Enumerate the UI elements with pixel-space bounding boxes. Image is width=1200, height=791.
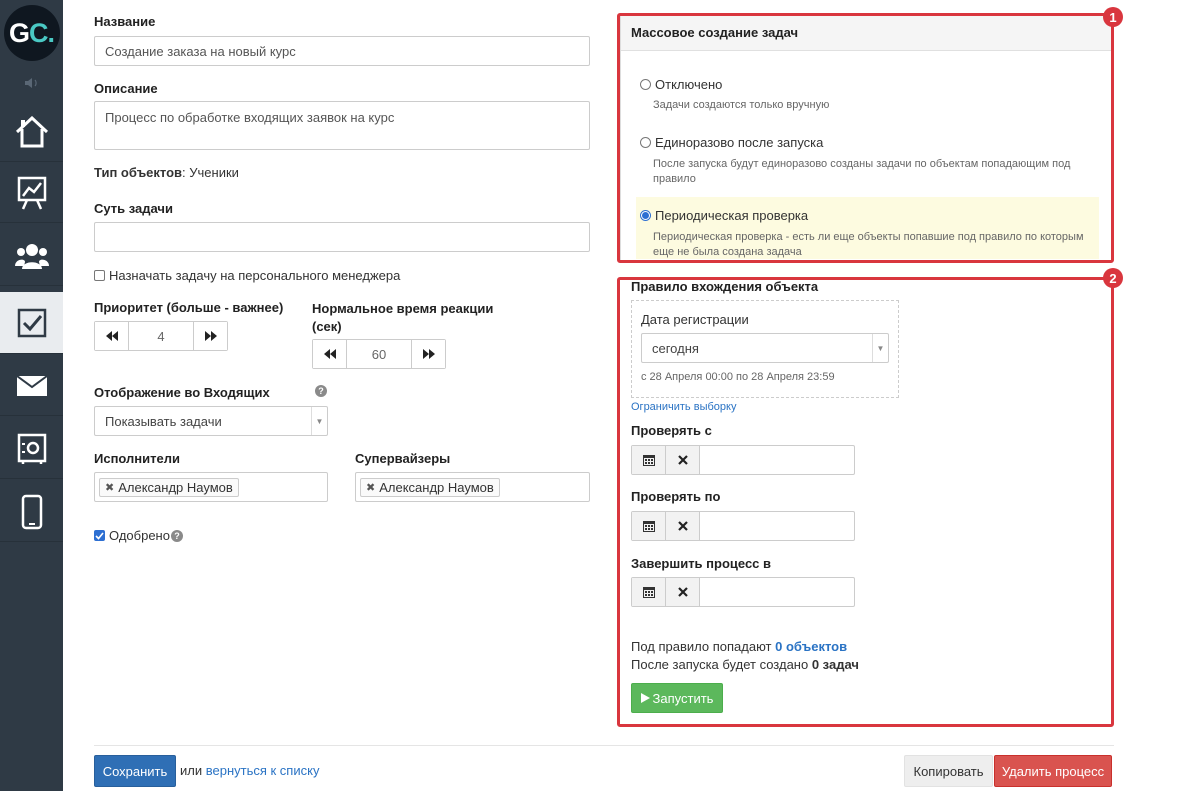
reaction-stepper[interactable]: 60 xyxy=(312,339,446,369)
task-essence-label: Суть задачи xyxy=(94,201,173,216)
approved-label: Одобрено xyxy=(109,528,170,543)
priority-decrease-button[interactable] xyxy=(95,322,129,350)
checkbox-box[interactable] xyxy=(94,270,105,281)
assign-manager-checkbox[interactable]: Назначать задачу на персонального менедж… xyxy=(94,268,400,283)
safe-icon xyxy=(17,433,46,464)
supervisors-input[interactable]: ✖ Александр Наумов xyxy=(355,472,590,502)
tasks-icon xyxy=(17,308,46,337)
speaker-icon[interactable] xyxy=(0,68,63,98)
annotation-badge-2: 2 xyxy=(1103,268,1123,288)
sidebar-item-safe[interactable] xyxy=(0,419,63,479)
reaction-value[interactable]: 60 xyxy=(347,340,411,368)
chevron-down-icon: ▼ xyxy=(311,407,327,435)
annotation-badge-1: 1 xyxy=(1103,7,1123,27)
reaction-increase-button[interactable] xyxy=(411,340,445,368)
logo[interactable]: GC. xyxy=(0,0,63,66)
mobile-icon xyxy=(21,494,42,529)
priority-stepper[interactable]: 4 xyxy=(94,321,228,351)
back-to-list-link[interactable]: вернуться к списку xyxy=(206,763,320,778)
or-text: или xyxy=(180,763,203,778)
description-value: Процесс по обработке входящих заявок на … xyxy=(105,110,395,125)
save-button[interactable]: Сохранить xyxy=(94,755,176,787)
reaction-decrease-button[interactable] xyxy=(313,340,347,368)
name-value: Создание заказа на новый курс xyxy=(105,43,296,59)
supervisors-label: Супервайзеры xyxy=(355,451,451,466)
logo-mark: GC. xyxy=(3,5,60,61)
supervisor-tag-label: Александр Наумов xyxy=(379,479,494,495)
description-label: Описание xyxy=(94,81,158,96)
logo-letter-g: G xyxy=(8,17,30,48)
inbox-value: Показывать задачи xyxy=(105,413,222,429)
sidebar-item-users[interactable] xyxy=(0,226,63,286)
users-icon xyxy=(14,243,49,269)
home-icon xyxy=(15,115,48,147)
approved-help-icon[interactable]: ? xyxy=(170,529,183,542)
inbox-label: Отображение во Входящих xyxy=(94,385,270,400)
sidebar-item-mail[interactable] xyxy=(0,356,63,416)
executor-tag[interactable]: ✖ Александр Наумов xyxy=(99,477,239,497)
assign-manager-label: Назначать задачу на персонального менедж… xyxy=(109,268,401,283)
approved-checkbox[interactable]: Одобрено ? xyxy=(94,528,183,543)
checkbox-box[interactable] xyxy=(94,530,105,541)
object-type: Тип объектов: Ученики xyxy=(94,165,239,180)
sidebar-item-mobile[interactable] xyxy=(0,482,63,542)
sidebar: GC. xyxy=(0,0,63,791)
priority-increase-button[interactable] xyxy=(193,322,227,350)
logo-letter-c: C xyxy=(29,17,48,48)
sidebar-item-analytics[interactable] xyxy=(0,163,63,223)
sidebar-item-home[interactable] xyxy=(0,102,63,162)
copy-button[interactable]: Копировать xyxy=(904,755,993,787)
backward-icon xyxy=(323,349,336,359)
description-textarea[interactable]: Процесс по обработке входящих заявок на … xyxy=(94,101,590,150)
reaction-label: Нормальное время реакции (сек) xyxy=(312,301,494,334)
logo-dot: . xyxy=(47,17,55,48)
mail-icon xyxy=(15,374,48,396)
remove-icon[interactable]: ✖ xyxy=(366,481,375,494)
highlight-frame-1 xyxy=(617,13,1114,263)
object-type-label: Тип объектов xyxy=(94,165,183,180)
priority-value[interactable]: 4 xyxy=(129,322,193,350)
name-label: Название xyxy=(94,14,156,29)
forward-icon xyxy=(422,349,435,359)
executors-label: Исполнители xyxy=(94,451,180,466)
object-type-value: : Ученики xyxy=(182,165,239,180)
executor-tag-label: Александр Наумов xyxy=(118,479,233,495)
sidebar-item-tasks[interactable] xyxy=(0,292,63,354)
remove-icon[interactable]: ✖ xyxy=(105,481,114,494)
inbox-help-icon[interactable]: ? xyxy=(315,385,327,397)
supervisor-tag[interactable]: ✖ Александр Наумов xyxy=(360,477,500,497)
chart-icon xyxy=(17,176,46,210)
delete-process-button[interactable]: Удалить процесс xyxy=(994,755,1112,787)
executors-input[interactable]: ✖ Александр Наумов xyxy=(94,472,328,502)
highlight-frame-2 xyxy=(617,277,1114,727)
footer-links: или вернуться к списку xyxy=(180,763,319,778)
priority-label: Приоритет (больше - важнее) xyxy=(94,300,284,315)
task-essence-input[interactable] xyxy=(94,222,590,252)
footer-divider xyxy=(94,745,1114,746)
inbox-select[interactable]: Показывать задачи ▼ xyxy=(94,406,328,436)
backward-icon xyxy=(105,331,118,341)
forward-icon xyxy=(204,331,217,341)
name-input[interactable]: Создание заказа на новый курс xyxy=(94,36,590,66)
